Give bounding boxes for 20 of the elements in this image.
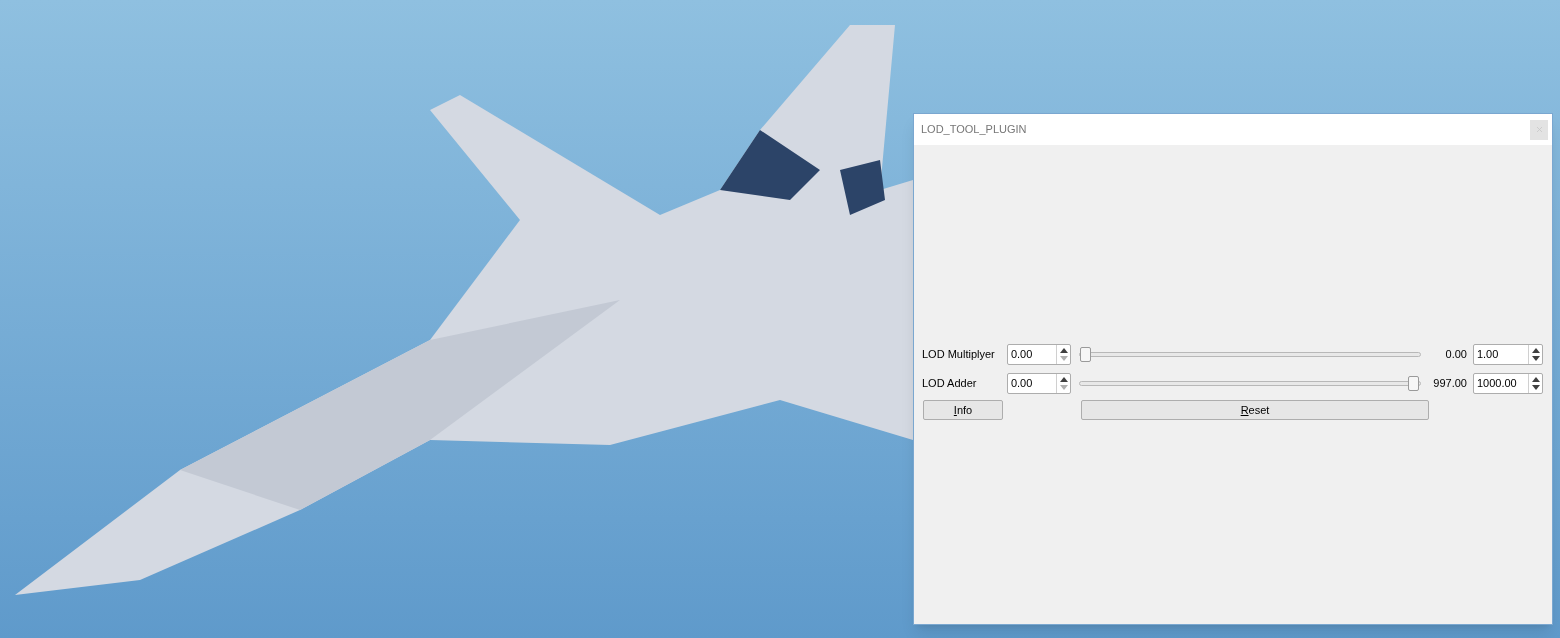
spin-box[interactable]: 1.00: [1472, 344, 1543, 365]
spin-value: 0.00: [1009, 347, 1034, 362]
field-label: LOD Adder: [922, 376, 978, 392]
up-arrow-icon[interactable]: [1531, 348, 1540, 353]
field-label: LOD Multiplyer: [922, 347, 996, 363]
down-arrow-icon[interactable]: [1531, 356, 1540, 361]
close-icon: [1536, 127, 1542, 132]
window-title: LOD_TOOL_PLUGIN: [921, 122, 1027, 138]
spin-value: 1000.00: [1475, 376, 1518, 391]
slider-thumb[interactable]: [1407, 376, 1419, 391]
reset-button[interactable]: Reset: [1081, 400, 1429, 420]
spin-value: 0.00: [1009, 376, 1034, 391]
slider-reading: 997.00: [1432, 376, 1467, 392]
down-arrow-icon[interactable]: [1531, 385, 1540, 390]
spin-box[interactable]: 1000.00: [1472, 373, 1543, 394]
info-button[interactable]: Info: [923, 400, 1003, 420]
slider-reading: 0.00: [1444, 347, 1467, 363]
up-arrow-icon[interactable]: [1531, 377, 1540, 382]
spin-value: 1.00: [1475, 347, 1500, 362]
slider-thumb[interactable]: [1080, 347, 1092, 362]
